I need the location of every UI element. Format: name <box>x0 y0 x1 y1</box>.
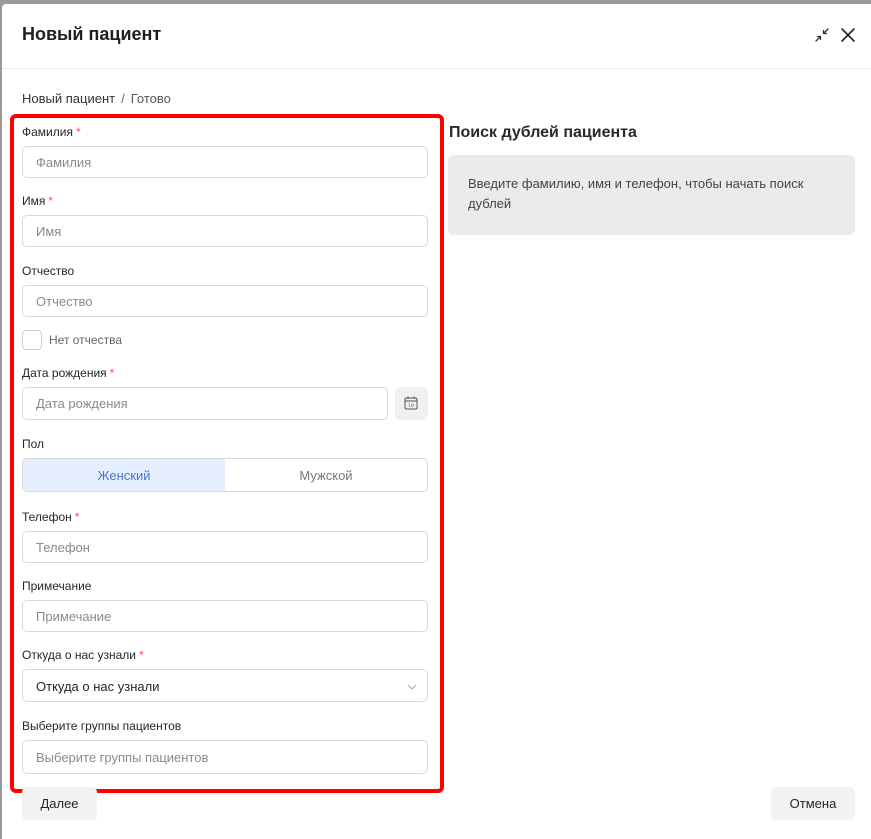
patronymic-input[interactable] <box>22 285 428 317</box>
breadcrumb-separator: / <box>121 91 125 106</box>
birth-date-input[interactable] <box>22 387 388 420</box>
breadcrumb: Новый пациент / Готово <box>22 91 171 106</box>
required-mark: * <box>109 366 115 380</box>
duplicates-hint: Введите фамилию, имя и телефон, чтобы на… <box>448 155 855 235</box>
phone-label: Телефон * <box>22 510 80 524</box>
cancel-button[interactable]: Отмена <box>771 787 855 820</box>
required-mark: * <box>48 194 54 208</box>
breadcrumb-item-new-patient[interactable]: Новый пациент <box>22 91 115 106</box>
note-label: Примечание <box>22 579 92 593</box>
required-mark: * <box>138 648 144 662</box>
collapse-icon[interactable] <box>813 26 831 44</box>
no-patronymic-label[interactable]: Нет отчества <box>49 333 122 347</box>
no-patronymic-checkbox[interactable] <box>22 330 42 350</box>
patronymic-label: Отчество <box>22 264 75 278</box>
calendar-button[interactable]: 19 <box>395 387 428 420</box>
phone-input[interactable] <box>22 531 428 563</box>
gender-option-female[interactable]: Женский <box>23 459 225 491</box>
gender-label: Пол <box>22 437 45 451</box>
required-mark: * <box>74 510 80 524</box>
new-patient-modal: Новый пациент Новый пациент / Готово Фамил… <box>2 4 871 839</box>
birth-date-label: Дата рождения * <box>22 366 115 380</box>
modal-title: Новый пациент <box>22 24 162 44</box>
chevron-down-icon <box>407 684 417 690</box>
first-name-input[interactable] <box>22 215 428 247</box>
gender-option-male[interactable]: Мужской <box>225 459 427 491</box>
next-button[interactable]: Далее <box>22 787 97 820</box>
duplicates-title: Поиск дублей пациента <box>449 124 637 141</box>
patient-groups-select[interactable] <box>22 740 428 774</box>
gender-segmented-control: Женский Мужской <box>22 458 428 492</box>
breadcrumb-item-current: Готово <box>130 91 171 106</box>
calendar-icon: 19 <box>404 396 418 410</box>
modal-header: Новый пациент <box>2 4 871 69</box>
last-name-label: Фамилия * <box>22 125 81 139</box>
source-select[interactable]: Откуда о нас узнали <box>22 669 428 702</box>
first-name-label: Имя * <box>22 194 54 208</box>
source-label: Откуда о нас узнали * <box>22 648 144 662</box>
source-select-value: Откуда о нас узнали <box>36 679 160 694</box>
calendar-day: 19 <box>408 403 414 409</box>
close-icon[interactable] <box>839 26 857 44</box>
required-mark: * <box>75 125 81 139</box>
note-input[interactable] <box>22 600 428 632</box>
last-name-input[interactable] <box>22 146 428 178</box>
patient-groups-label: Выберите группы пациентов <box>22 719 182 733</box>
